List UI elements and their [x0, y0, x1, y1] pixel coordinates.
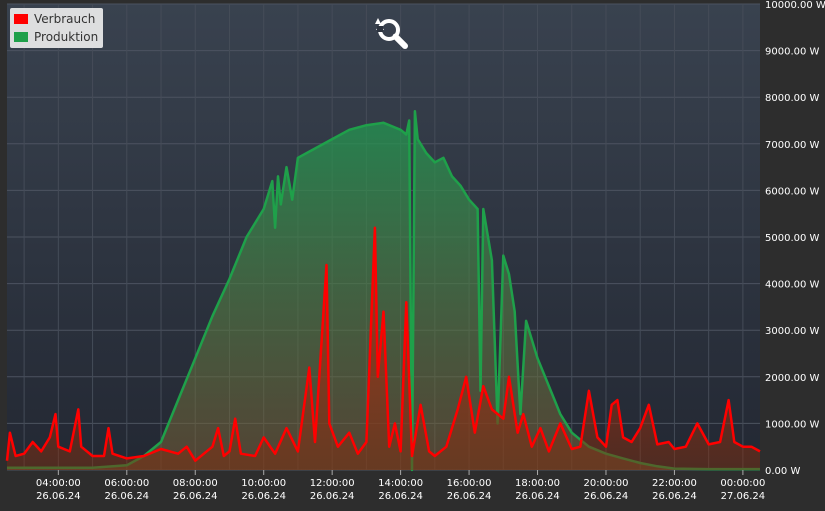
- zoom-reset-icon: [375, 18, 408, 49]
- x-tick-time: 10:00:00: [241, 478, 286, 489]
- legend: Verbrauch Produktion: [10, 8, 104, 48]
- y-tick-label: 4000.00 W: [765, 280, 820, 291]
- y-tick-label: 10000.00 W: [765, 0, 825, 11]
- x-tick-date: 26.06.24: [241, 491, 286, 502]
- x-tick-date: 26.06.24: [447, 491, 492, 502]
- x-tick-date: 26.06.24: [36, 491, 81, 502]
- x-tick-date: 26.06.24: [378, 491, 423, 502]
- x-tick-time: 18:00:00: [515, 478, 560, 489]
- legend-label: Produktion: [34, 30, 99, 44]
- y-tick-label: 6000.00 W: [765, 186, 820, 197]
- x-tick-time: 12:00:00: [310, 478, 355, 489]
- x-tick-time: 06:00:00: [104, 478, 149, 489]
- y-tick-label: 5000.00 W: [765, 233, 820, 244]
- x-tick-date: 26.06.24: [652, 491, 697, 502]
- chart-canvas: 0.00 W 1000.00 W 2000.00 W 3000.00 W 4000.00…: [5, 0, 825, 502]
- x-tick-date: 26.06.24: [105, 491, 150, 502]
- zoom-reset-button[interactable]: [372, 14, 412, 52]
- legend-swatch: [14, 32, 28, 42]
- legend-item-produktion[interactable]: Produktion: [14, 28, 98, 46]
- x-tick-time: 08:00:00: [173, 478, 218, 489]
- x-tick-time: 04:00:00: [36, 478, 81, 489]
- legend-label: Verbrauch: [34, 12, 96, 26]
- x-tick-time: 16:00:00: [447, 478, 492, 489]
- y-tick-label: 2000.00 W: [765, 373, 820, 384]
- y-tick-label: 9000.00 W: [765, 47, 820, 58]
- x-tick-time: 00:00:00: [720, 478, 765, 489]
- x-tick-date: 27.06.24: [721, 491, 766, 502]
- legend-item-verbrauch[interactable]: Verbrauch: [14, 10, 98, 28]
- legend-swatch: [14, 14, 28, 24]
- x-tick-time: 20:00:00: [584, 478, 629, 489]
- x-tick-time: 14:00:00: [378, 478, 423, 489]
- x-tick-time: 22:00:00: [652, 478, 697, 489]
- y-tick-label: 1000.00 W: [765, 419, 820, 430]
- x-tick-date: 26.06.24: [310, 491, 355, 502]
- y-tick-label: 7000.00 W: [765, 140, 820, 151]
- x-tick-date: 26.06.24: [515, 491, 560, 502]
- chart-frame: 0.00 W 1000.00 W 2000.00 W 3000.00 W 4000.00…: [0, 0, 825, 511]
- x-tick-date: 26.06.24: [584, 491, 629, 502]
- y-tick-label: 0.00 W: [765, 466, 800, 477]
- x-tick-date: 26.06.24: [173, 491, 218, 502]
- y-tick-label: 8000.00 W: [765, 93, 820, 104]
- y-axis: 0.00 W 1000.00 W 2000.00 W 3000.00 W 4000.00…: [765, 0, 825, 477]
- y-tick-label: 3000.00 W: [765, 326, 820, 337]
- x-axis: 04:00:00 26.06.24 06:00:00 26.06.24 08:00:00…: [36, 470, 765, 502]
